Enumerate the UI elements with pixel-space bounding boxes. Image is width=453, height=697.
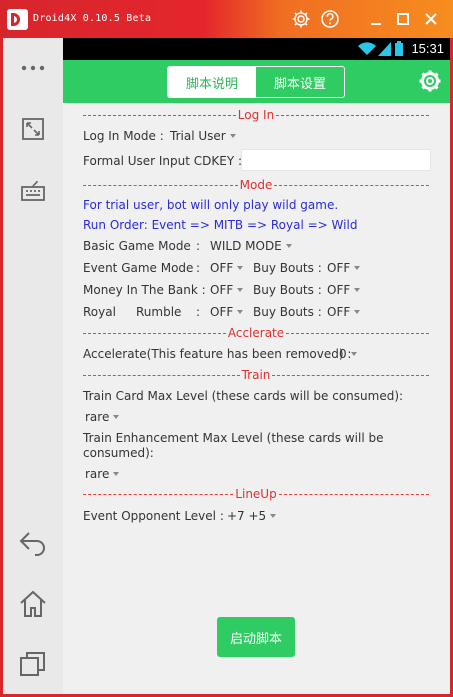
basic-mode-select[interactable]: WILD MODE: [210, 239, 292, 253]
section-divider-mode: Mode: [83, 178, 430, 192]
bank-bouts-select[interactable]: OFF: [327, 283, 361, 297]
train-enh-value: rare: [85, 467, 110, 481]
dropdown-caret-icon: [354, 288, 361, 292]
dropdown-caret-icon: [270, 514, 277, 518]
basic-mode-label: Basic Game Mode: [83, 239, 191, 253]
section-divider-lineup: LineUp: [83, 487, 430, 501]
bank-bouts-label: Buy Bouts :: [253, 283, 322, 297]
login-mode-value: Trial User: [170, 129, 226, 143]
back-icon[interactable]: [17, 526, 49, 558]
login-mode-select[interactable]: Trial User: [170, 129, 236, 143]
train-enh-select[interactable]: rare: [85, 467, 120, 481]
event-bouts-value: OFF: [327, 261, 351, 275]
royal-bouts-select[interactable]: OFF: [327, 305, 361, 319]
section-divider-login: Log In: [83, 108, 429, 122]
tab-script-description[interactable]: 脚本说明: [168, 67, 256, 97]
dropdown-caret-icon: [113, 472, 120, 476]
royal-mode-value: OFF: [210, 305, 234, 319]
section-divider-accelerate: Acclerate: [83, 326, 430, 340]
android-screen: 15:31 脚本说明 脚本设置 Log In Log In Mode : Tri…: [63, 38, 450, 694]
help-icon[interactable]: [320, 9, 340, 29]
dropdown-caret-icon: [350, 352, 357, 356]
signal-icon: [378, 42, 391, 56]
tab-script-settings[interactable]: 脚本设置: [256, 67, 344, 97]
event-mode-select[interactable]: OFF: [210, 261, 244, 275]
rumble-label: Rumble: [136, 305, 182, 319]
maximize-icon[interactable]: [393, 9, 413, 29]
royal-mode-select[interactable]: OFF: [210, 305, 244, 319]
app-header: 脚本说明 脚本设置: [63, 60, 450, 103]
royal-bouts-label: Buy Bouts :: [253, 305, 322, 319]
royal-colon: :: [196, 305, 201, 319]
royal-bouts-value: OFF: [327, 305, 351, 319]
cdkey-input[interactable]: [241, 149, 431, 171]
window-title-bar: Droid4X 0.10.5 Beta: [0, 0, 453, 38]
bank-mode-label: Money In The Bank :: [83, 283, 206, 297]
dropdown-caret-icon: [354, 310, 361, 314]
event-bouts-label: Buy Bouts :: [253, 261, 322, 275]
dropdown-caret-icon: [237, 288, 244, 292]
start-script-button[interactable]: 启动脚本: [217, 617, 295, 657]
trial-notice: For trial user, bot will only play wild …: [83, 198, 339, 212]
opponent-level-value: +7 +5: [227, 509, 267, 523]
dropdown-caret-icon: [229, 134, 236, 138]
minimize-icon[interactable]: [366, 9, 386, 29]
opponent-level-label: Event Opponent Level :: [83, 509, 224, 523]
bank-mode-value: OFF: [210, 283, 234, 297]
bank-bouts-value: OFF: [327, 283, 351, 297]
train-enh-label-line2: consumed):: [83, 446, 154, 460]
settings-content: Log In Log In Mode : Trial User Formal U…: [63, 103, 450, 694]
accelerate-select[interactable]: 0: [339, 347, 357, 361]
keyboard-icon[interactable]: [17, 174, 49, 206]
opponent-level-select[interactable]: +7 +5: [227, 509, 277, 523]
wifi-icon: [358, 42, 376, 55]
accelerate-label: Accelerate(This feature has been removed…: [83, 347, 352, 361]
dropdown-caret-icon: [285, 244, 292, 248]
battery-icon: [395, 41, 403, 56]
home-icon[interactable]: [17, 588, 49, 620]
dropdown-caret-icon: [354, 266, 361, 270]
train-enh-label-line1: Train Enhancement Max Level (these cards…: [83, 431, 384, 445]
close-icon[interactable]: [421, 9, 441, 29]
event-mode-label: Event Game Mode: [83, 261, 194, 275]
status-clock: 15:31: [411, 41, 444, 56]
basic-mode-value: WILD MODE: [210, 239, 282, 253]
settings-gear-icon[interactable]: [418, 69, 442, 93]
emulator-sidebar: [3, 38, 63, 694]
cdkey-label: Formal User Input CDKEY :: [83, 154, 243, 168]
event-mode-colon: :: [196, 261, 201, 275]
gear-icon[interactable]: [291, 9, 311, 29]
basic-mode-colon: :: [196, 239, 201, 253]
train-card-label: Train Card Max Level (these cards will b…: [83, 389, 404, 403]
section-divider-train: Train: [83, 368, 430, 382]
bank-mode-select[interactable]: OFF: [210, 283, 244, 297]
royal-label: Royal: [83, 305, 116, 319]
fullscreen-icon[interactable]: [17, 113, 49, 145]
window-title: Droid4X 0.10.5 Beta: [33, 13, 152, 24]
status-bar: 15:31: [63, 38, 450, 60]
event-mode-value: OFF: [210, 261, 234, 275]
tab-group: 脚本说明 脚本设置: [167, 66, 345, 98]
event-bouts-select[interactable]: OFF: [327, 261, 361, 275]
dropdown-caret-icon: [237, 310, 244, 314]
train-card-value: rare: [85, 410, 110, 424]
dropdown-caret-icon: [113, 415, 120, 419]
more-icon[interactable]: [17, 52, 49, 84]
dropdown-caret-icon: [237, 266, 244, 270]
recent-apps-icon[interactable]: [17, 648, 49, 680]
login-mode-label: Log In Mode :: [83, 129, 164, 143]
train-card-select[interactable]: rare: [85, 410, 120, 424]
accelerate-value: 0: [339, 347, 347, 361]
run-order-text: Run Order: Event => MITB => Royal => Wil…: [83, 218, 358, 232]
droid4x-logo: [7, 9, 28, 30]
